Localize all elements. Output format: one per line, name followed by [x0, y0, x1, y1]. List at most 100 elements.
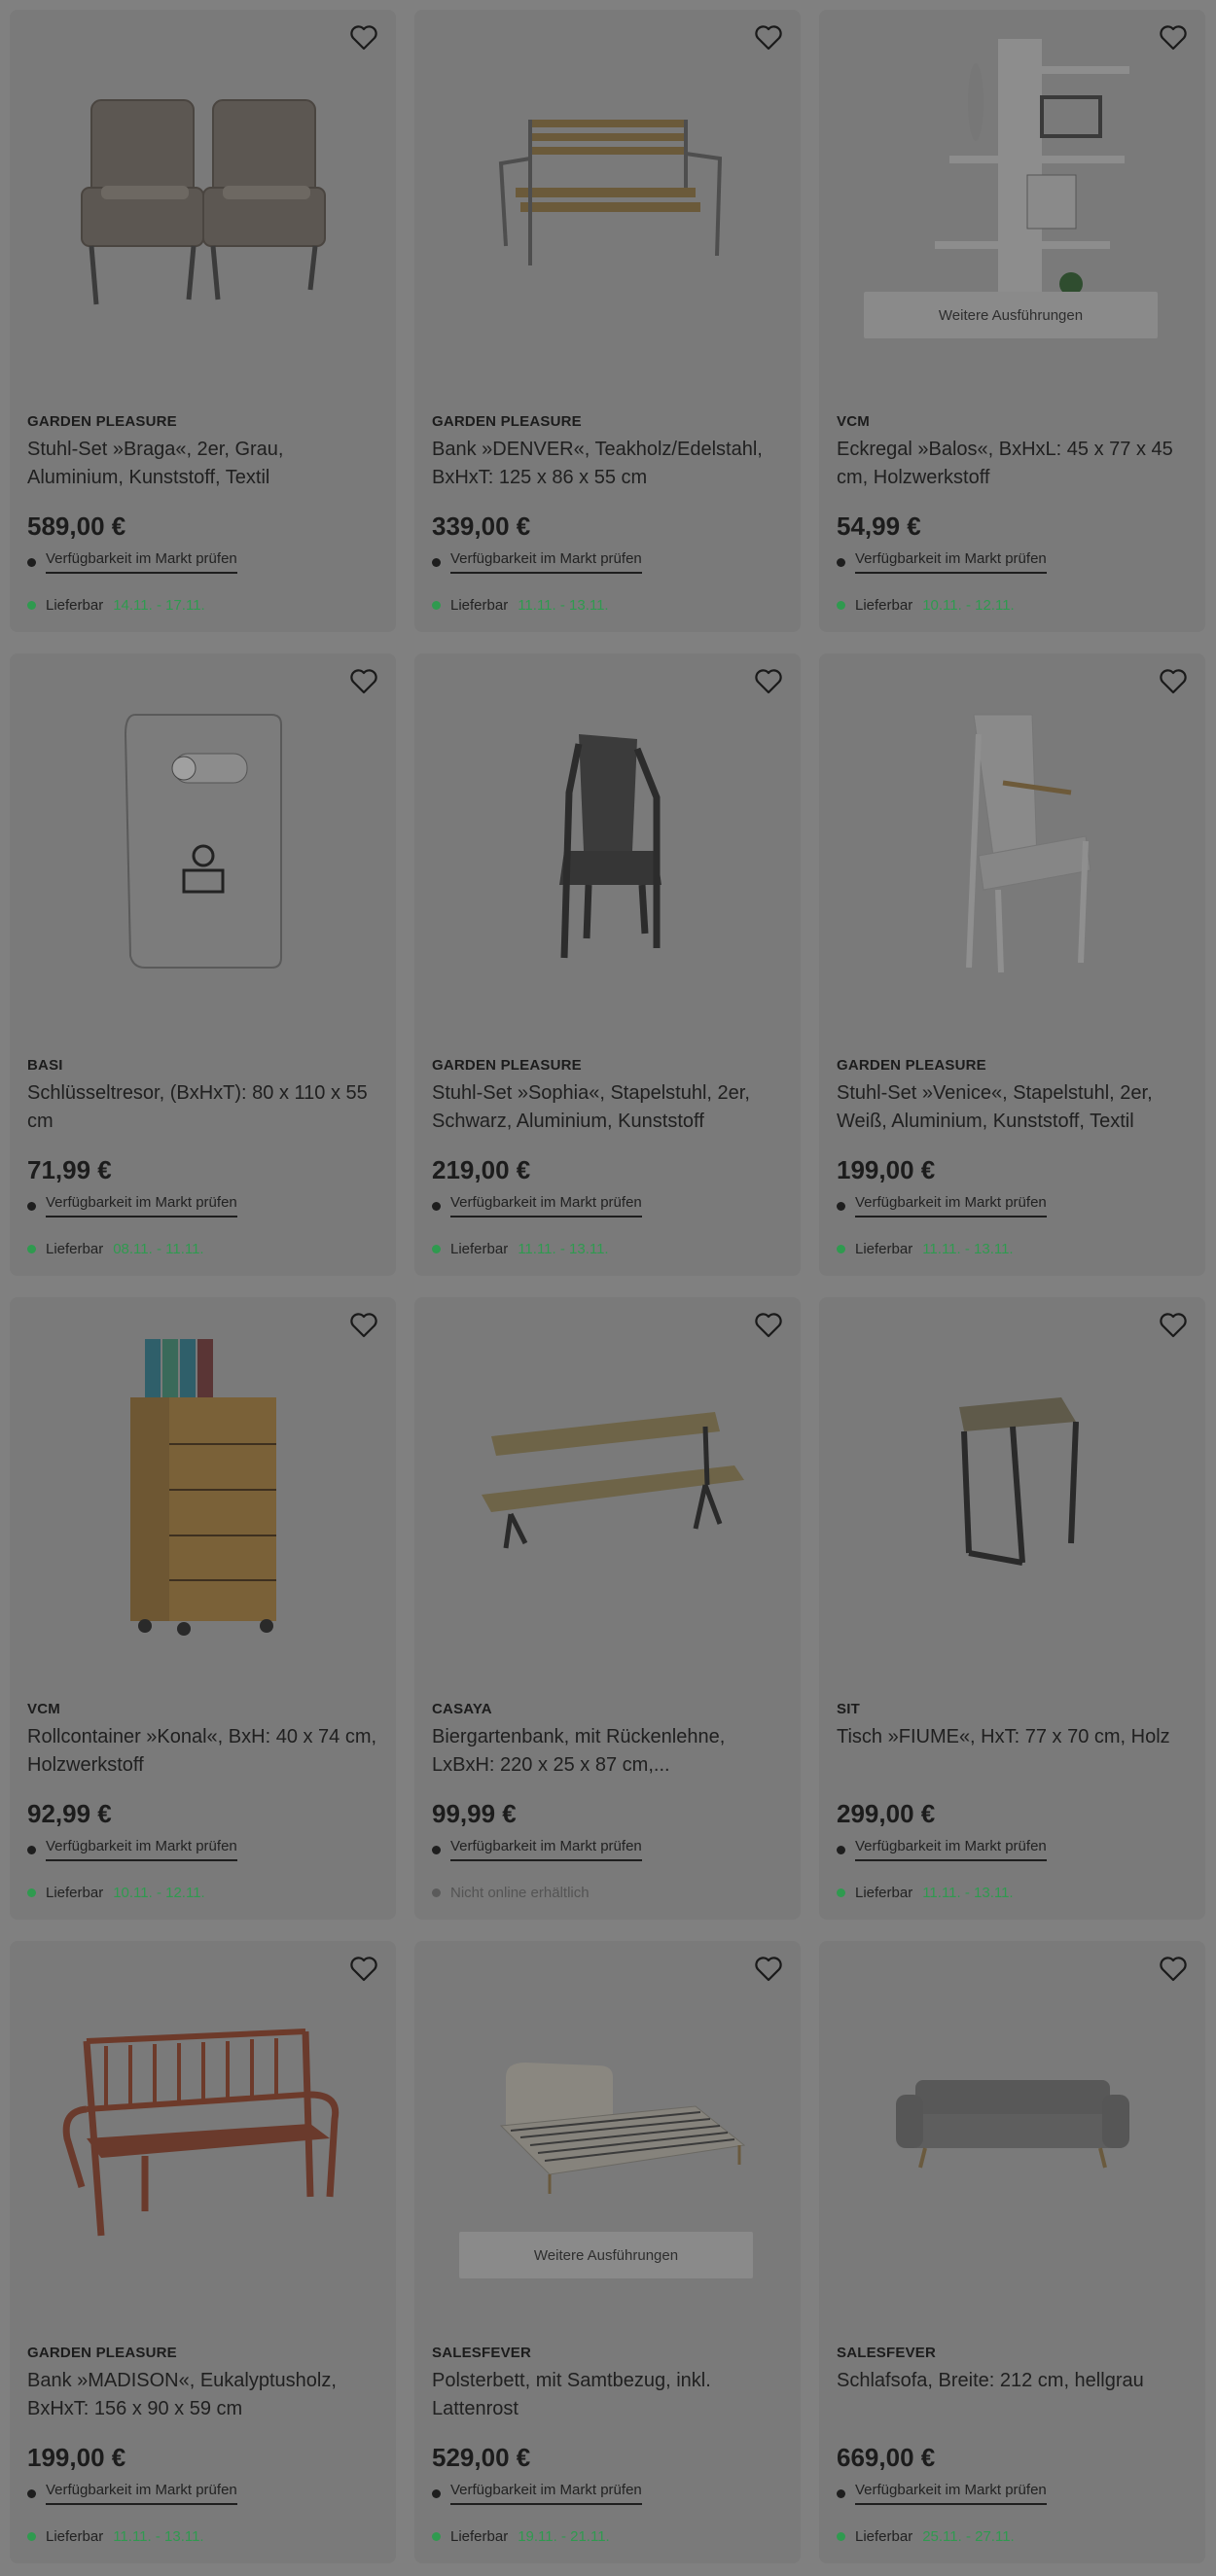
product-card[interactable]: GARDEN PLEASURE Stuhl-Set »Venice«, Stap…	[819, 653, 1205, 1276]
product-price: 299,00 €	[837, 1799, 936, 1828]
product-card[interactable]: Weitere Ausführungen VCM Eckregal »Balos…	[819, 10, 1205, 632]
product-price: 99,99 €	[432, 1799, 517, 1828]
delivery-label: Lieferbar	[46, 2528, 104, 2545]
availability-link[interactable]: Verfügbarkeit im Markt prüfen	[855, 1838, 1047, 1861]
product-image[interactable]	[10, 1960, 396, 2296]
availability-check[interactable]: Verfügbarkeit im Markt prüfen	[432, 550, 642, 574]
availability-check[interactable]: Verfügbarkeit im Markt prüfen	[837, 2482, 1047, 2505]
product-title[interactable]: Stuhl-Set »Sophia«, Stapelstuhl, 2er, Sc…	[432, 1079, 787, 1136]
availability-link[interactable]: Verfügbarkeit im Markt prüfen	[450, 1838, 642, 1861]
availability-check[interactable]: Verfügbarkeit im Markt prüfen	[432, 1194, 642, 1217]
product-image[interactable]	[414, 673, 801, 1008]
delivery-dates: 10.11. - 12.11.	[113, 1885, 205, 1901]
delivery-label: Lieferbar	[46, 1241, 104, 1257]
product-image[interactable]	[10, 673, 396, 1008]
status-dot-icon	[432, 1888, 441, 1897]
product-image[interactable]	[819, 1317, 1205, 1652]
availability-link[interactable]: Verfügbarkeit im Markt prüfen	[46, 550, 237, 574]
availability-link[interactable]: Verfügbarkeit im Markt prüfen	[46, 1838, 237, 1861]
status-dot-icon	[27, 1245, 36, 1253]
product-title[interactable]: Bank »MADISON«, Eukalyptusholz, BxHxT: 1…	[27, 2367, 382, 2423]
availability-link[interactable]: Verfügbarkeit im Markt prüfen	[46, 2482, 237, 2505]
bullet-icon	[432, 557, 441, 567]
product-price: 589,00 €	[27, 512, 126, 541]
delivery-status: Lieferbar 11.11. - 13.11.	[837, 1885, 1014, 1901]
delivery-label: Lieferbar	[855, 2528, 913, 2545]
product-title[interactable]: Tisch »FIUME«, HxT: 77 x 70 cm, Holz	[837, 1723, 1192, 1751]
status-dot-icon	[837, 601, 845, 610]
availability-link[interactable]: Verfügbarkeit im Markt prüfen	[855, 2482, 1047, 2505]
availability-check[interactable]: Verfügbarkeit im Markt prüfen	[837, 1838, 1047, 1861]
product-image[interactable]	[819, 1960, 1205, 2296]
delivery-dates: 11.11. - 13.11.	[922, 1241, 1014, 1257]
delivery-dates: 11.11. - 13.11.	[113, 2528, 204, 2545]
product-card[interactable]: GARDEN PLEASURE Stuhl-Set »Sophia«, Stap…	[414, 653, 801, 1276]
bullet-icon	[432, 1201, 441, 1211]
delivery-status: Lieferbar 14.11. - 17.11.	[27, 597, 205, 614]
product-card[interactable]: BASI Schlüsseltresor, (BxHxT): 80 x 110 …	[10, 653, 396, 1276]
delivery-dates: 14.11. - 17.11.	[113, 597, 205, 614]
availability-check[interactable]: Verfügbarkeit im Markt prüfen	[432, 1838, 642, 1861]
product-card[interactable]: SIT Tisch »FIUME«, HxT: 77 x 70 cm, Holz…	[819, 1297, 1205, 1920]
product-title[interactable]: Schlüsseltresor, (BxHxT): 80 x 110 x 55 …	[27, 1079, 382, 1136]
product-title[interactable]: Rollcontainer »Konal«, BxH: 40 x 74 cm, …	[27, 1723, 382, 1780]
bullet-icon	[432, 2488, 441, 2498]
availability-link[interactable]: Verfügbarkeit im Markt prüfen	[450, 550, 642, 574]
availability-check[interactable]: Verfügbarkeit im Markt prüfen	[837, 550, 1047, 574]
delivery-label: Lieferbar	[450, 597, 509, 614]
product-image[interactable]	[414, 1317, 801, 1652]
delivery-status: Lieferbar 08.11. - 11.11.	[27, 1241, 204, 1257]
product-title[interactable]: Biergartenbank, mit Rückenlehne, LxBxH: …	[432, 1723, 787, 1780]
status-dot-icon	[27, 2532, 36, 2541]
product-title[interactable]: Eckregal »Balos«, BxHxL: 45 x 77 x 45 cm…	[837, 436, 1192, 492]
availability-link[interactable]: Verfügbarkeit im Markt prüfen	[46, 1194, 237, 1217]
product-image[interactable]	[414, 29, 801, 365]
product-title[interactable]: Bank »DENVER«, Teakholz/Edelstahl, BxHxT…	[432, 436, 787, 492]
availability-check[interactable]: Verfügbarkeit im Markt prüfen	[27, 1194, 237, 1217]
availability-link[interactable]: Verfügbarkeit im Markt prüfen	[450, 1194, 642, 1217]
product-card[interactable]: VCM Rollcontainer »Konal«, BxH: 40 x 74 …	[10, 1297, 396, 1920]
wooden-garden-bench-icon	[62, 2028, 339, 2236]
product-price: 54,99 €	[837, 512, 921, 541]
delivery-label: Lieferbar	[450, 2528, 509, 2545]
availability-check[interactable]: Verfügbarkeit im Markt prüfen	[27, 2482, 237, 2505]
availability-link[interactable]: Verfügbarkeit im Markt prüfen	[450, 2482, 642, 2505]
corner-shelf-icon	[934, 39, 1129, 301]
availability-link[interactable]: Verfügbarkeit im Markt prüfen	[855, 1194, 1047, 1217]
product-price: 529,00 €	[432, 2443, 531, 2472]
availability-link[interactable]: Verfügbarkeit im Markt prüfen	[855, 550, 1047, 574]
product-image[interactable]	[819, 673, 1205, 1008]
status-dot-icon	[837, 1888, 845, 1897]
product-title[interactable]: Stuhl-Set »Braga«, 2er, Grau, Aluminium,…	[27, 436, 382, 492]
two-wicker-chairs-icon	[80, 98, 326, 304]
more-variants-button[interactable]: Weitere Ausführungen	[864, 292, 1158, 338]
product-card[interactable]: SALESFEVER Schlafsofa, Breite: 212 cm, h…	[819, 1941, 1205, 2563]
product-card[interactable]: GARDEN PLEASURE Bank »DENVER«, Teakholz/…	[414, 10, 801, 632]
availability-check[interactable]: Verfügbarkeit im Markt prüfen	[27, 1838, 237, 1861]
bullet-icon	[27, 2488, 36, 2498]
product-price: 71,99 €	[27, 1155, 112, 1184]
product-brand: SALESFEVER	[837, 2345, 937, 2361]
product-card[interactable]: GARDEN PLEASURE Stuhl-Set »Braga«, 2er, …	[10, 10, 396, 632]
delivery-status: Lieferbar 19.11. - 21.11.	[432, 2528, 610, 2545]
delivery-dates: 25.11. - 27.11.	[922, 2528, 1015, 2545]
product-card[interactable]: GARDEN PLEASURE Bank »MADISON«, Eukalypt…	[10, 1941, 396, 2563]
product-title[interactable]: Schlafsofa, Breite: 212 cm, hellgrau	[837, 2367, 1192, 2395]
black-stacking-chair-icon	[558, 733, 662, 958]
delivery-dates: 11.11. - 13.11.	[922, 1885, 1014, 1901]
more-variants-button[interactable]: Weitere Ausführungen	[459, 2232, 753, 2278]
product-image[interactable]	[10, 29, 396, 365]
product-brand: SALESFEVER	[432, 2345, 532, 2361]
delivery-status: Nicht online erhältlich	[432, 1885, 590, 1901]
delivery-dates: 10.11. - 12.11.	[922, 597, 1015, 614]
product-price: 669,00 €	[837, 2443, 936, 2472]
product-card[interactable]: CASAYA Biergartenbank, mit Rückenlehne, …	[414, 1297, 801, 1920]
product-card[interactable]: Weitere Ausführungen SALESFEVER Polsterb…	[414, 1941, 801, 2563]
product-title[interactable]: Stuhl-Set »Venice«, Stapelstuhl, 2er, We…	[837, 1079, 1192, 1136]
product-image[interactable]	[10, 1317, 396, 1652]
availability-check[interactable]: Verfügbarkeit im Markt prüfen	[837, 1194, 1047, 1217]
availability-check[interactable]: Verfügbarkeit im Markt prüfen	[432, 2482, 642, 2505]
delivery-status: Lieferbar 10.11. - 12.11.	[837, 597, 1015, 614]
availability-check[interactable]: Verfügbarkeit im Markt prüfen	[27, 550, 237, 574]
product-title[interactable]: Polsterbett, mit Samtbezug, inkl. Latten…	[432, 2367, 787, 2423]
